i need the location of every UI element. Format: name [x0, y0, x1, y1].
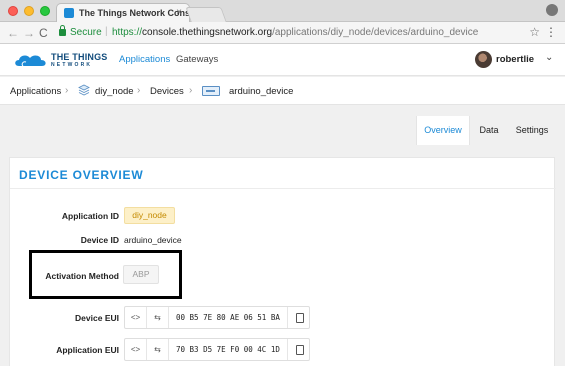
app-header: THE THINGS NETWORK Applications Gateways… — [0, 44, 565, 76]
breadcrumb-application[interactable]: diy_node — [95, 86, 134, 97]
tab-close-icon[interactable]: × — [176, 7, 182, 18]
breadcrumb-separator: › — [189, 85, 193, 96]
copy-icon[interactable] — [287, 307, 309, 328]
browser-tabbar: The Things Network Console × — [0, 0, 565, 22]
device-eui-value: 00 B5 7E 80 AE 06 51 BA — [176, 313, 280, 322]
tab-data[interactable]: Data — [470, 116, 508, 145]
new-tab-button[interactable] — [185, 7, 227, 22]
logo-subtitle: NETWORK — [51, 62, 93, 68]
tab-overview[interactable]: Overview — [416, 116, 470, 145]
address-bar: ← → C Secure | https://console.thethings… — [0, 22, 565, 44]
breadcrumb-separator: › — [137, 85, 141, 96]
device-eui-label: Device EUI — [75, 313, 119, 323]
device-id-label: Device ID — [80, 235, 119, 245]
application-eui-value: 70 B3 D5 7E F0 00 4C 1D — [176, 345, 280, 354]
breadcrumb-devices[interactable]: Devices — [150, 86, 184, 97]
format-toggle-icon[interactable]: <> — [125, 307, 147, 328]
ttn-favicon-icon — [64, 8, 74, 18]
ttn-logo-cloud-icon[interactable] — [13, 53, 49, 67]
breadcrumb-applications[interactable]: Applications — [10, 86, 61, 97]
content-tabs: Overview Data Settings — [416, 116, 556, 145]
url-host: console.thethingsnetwork.org — [142, 27, 273, 38]
lock-icon — [59, 25, 66, 36]
close-window-button[interactable] — [8, 6, 18, 16]
secure-label: Secure — [70, 27, 102, 38]
device-icon — [202, 86, 220, 96]
copy-icon[interactable] — [287, 339, 309, 360]
breadcrumb-separator: › — [65, 85, 69, 96]
profile-icon[interactable] — [546, 4, 558, 16]
forward-icon[interactable]: → — [23, 25, 35, 41]
maximize-window-button[interactable] — [40, 6, 50, 16]
breadcrumb-device: arduino_device — [229, 86, 294, 97]
application-id-label: Application ID — [61, 211, 119, 221]
device-id-value: arduino_device — [124, 235, 182, 245]
minimize-window-button[interactable] — [24, 6, 34, 16]
byte-order-swap-icon[interactable]: ⇆ — [147, 307, 169, 328]
application-stack-icon — [78, 84, 90, 96]
application-eui-field: <> ⇆ 70 B3 D5 7E F0 00 4C 1D — [124, 338, 310, 361]
reload-icon[interactable]: C — [39, 25, 48, 41]
activation-method-badge: ABP — [123, 265, 159, 284]
format-toggle-icon[interactable]: <> — [125, 339, 147, 360]
tab-title: The Things Network Console — [79, 8, 204, 18]
back-icon[interactable]: ← — [7, 25, 19, 41]
divider — [10, 188, 556, 189]
url-input[interactable]: https://console.thethingsnetwork.org/app… — [112, 27, 478, 38]
avatar[interactable] — [475, 51, 492, 68]
nav-applications[interactable]: Applications — [119, 54, 170, 65]
star-icon[interactable]: ☆ — [529, 25, 540, 39]
url-path: /applications/diy_node/devices/arduino_d… — [272, 27, 479, 38]
tab-settings[interactable]: Settings — [508, 116, 556, 145]
menu-icon[interactable]: ⋮ — [545, 25, 557, 39]
breadcrumb: Applications › diy_node › Devices › ardu… — [0, 77, 565, 105]
application-id-badge[interactable]: diy_node — [124, 207, 175, 224]
byte-order-swap-icon[interactable]: ⇆ — [147, 339, 169, 360]
device-eui-field: <> ⇆ 00 B5 7E 80 AE 06 51 BA — [124, 306, 310, 329]
application-eui-label: Application EUI — [56, 345, 119, 355]
url-divider: | — [105, 26, 108, 37]
browser-tab[interactable]: The Things Network Console × — [56, 3, 203, 22]
activation-method-label: Activation Method — [45, 271, 119, 281]
nav-gateways[interactable]: Gateways — [176, 54, 218, 65]
username[interactable]: robertlie — [496, 54, 534, 65]
url-scheme: https:// — [112, 27, 143, 38]
section-title: DEVICE OVERVIEW — [19, 168, 144, 182]
chevron-down-icon[interactable]: ⌄ — [545, 52, 553, 63]
logo-title: THE THINGS — [51, 52, 108, 62]
